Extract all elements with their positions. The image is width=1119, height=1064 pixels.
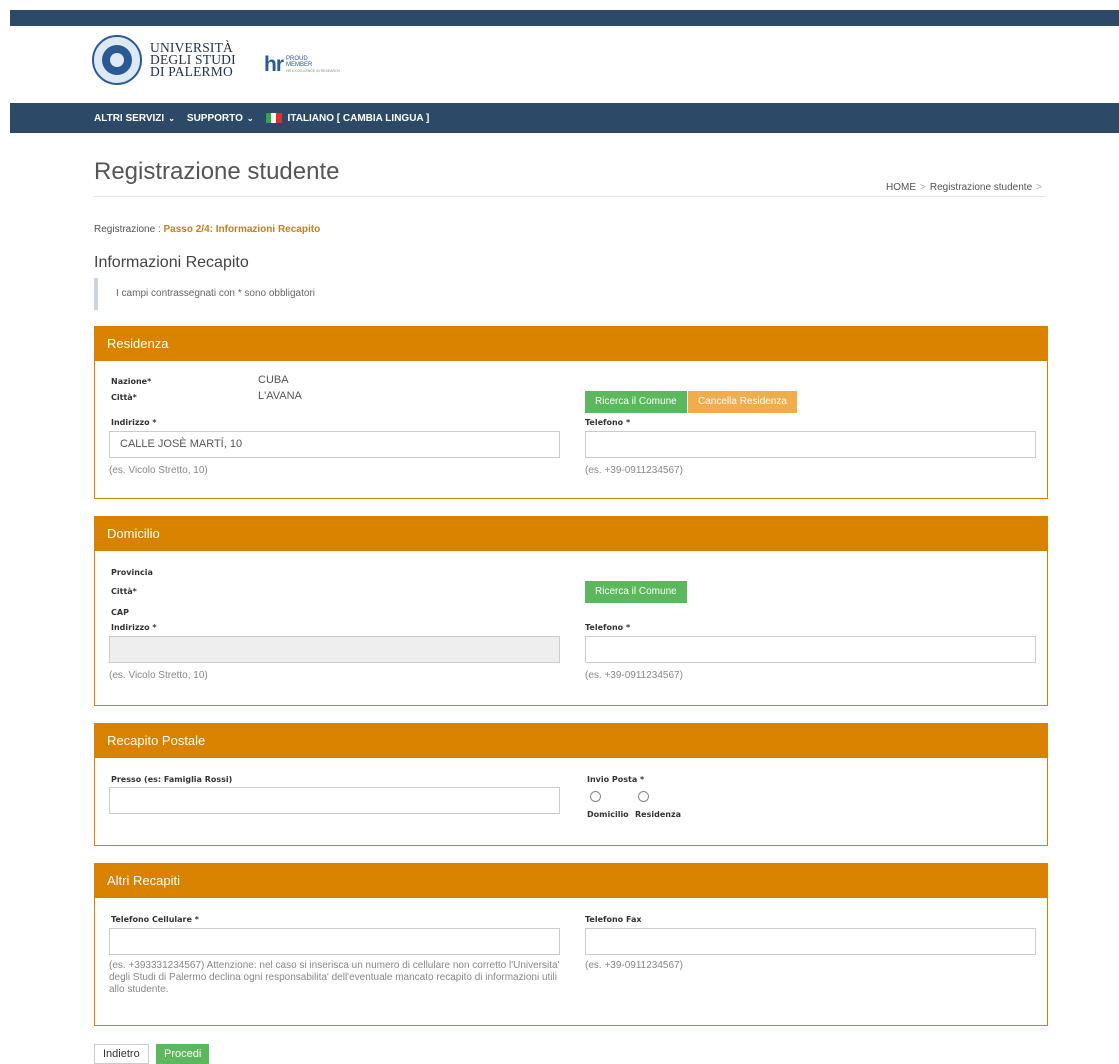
- indietro-button[interactable]: Indietro: [94, 1044, 149, 1064]
- university-name: UNIVERSITÀ DEGLI STUDI DI PALERMO: [150, 40, 236, 79]
- indirizzo-label: Indirizzo *: [111, 418, 157, 427]
- panel-title: Recapito Postale: [95, 724, 1047, 758]
- required-fields-note: I campi contrassegnati con * sono obblig…: [94, 278, 315, 310]
- top-bar: [10, 10, 1119, 26]
- indirizzo-input[interactable]: [109, 636, 560, 663]
- indirizzo-hint: (es. Vicolo Stretto, 10): [109, 465, 208, 476]
- citta-value: L'AVANA: [258, 390, 302, 402]
- citta-label: Città*: [111, 393, 137, 402]
- ricerca-comune-button[interactable]: Ricerca il Comune: [585, 391, 687, 413]
- panel-title: Domicilio: [95, 517, 1047, 551]
- radio-residenza[interactable]: [638, 791, 649, 802]
- cancella-residenza-button[interactable]: Cancella Residenza: [688, 391, 797, 413]
- indirizzo-label: Indirizzo *: [111, 623, 157, 632]
- step-indicator: Registrazione : Passo 2/4: Informazioni …: [94, 224, 321, 235]
- nazione-label: Nazione*: [111, 377, 152, 386]
- chevron-down-icon: ⌄: [246, 113, 254, 123]
- fax-hint: (es. +39-0911234567): [585, 960, 683, 971]
- page-title: Registrazione studente: [94, 158, 340, 185]
- university-seal-icon: [92, 35, 142, 85]
- telefono-label: Telefono *: [585, 623, 631, 632]
- telefono-label: Telefono *: [585, 418, 631, 427]
- nav-cambia-lingua[interactable]: ITALIANO [ CAMBIA LINGUA ]: [265, 113, 429, 124]
- cellulare-hint: (es. +393331234567) Attenzione: nel caso…: [109, 960, 560, 995]
- panel-domicilio: Domicilio Provincia Città* Ricerca il Co…: [94, 516, 1048, 706]
- breadcrumb-separator-icon: >: [1036, 182, 1042, 193]
- cellulare-label: Telefono Cellulare *: [111, 915, 199, 924]
- panel-title: Altri Recapiti: [95, 864, 1047, 898]
- option-domicilio-label: Domicilio: [587, 810, 629, 819]
- provincia-label: Provincia: [111, 568, 153, 577]
- presso-input[interactable]: [109, 787, 560, 814]
- option-residenza-label: Residenza: [635, 810, 681, 819]
- italian-flag-icon: [265, 113, 282, 123]
- ricerca-comune-button[interactable]: Ricerca il Comune: [585, 581, 687, 603]
- step-label: Passo 2/4: Informazioni Recapito: [163, 224, 321, 235]
- cap-label: CAP: [111, 608, 129, 617]
- breadcrumb: HOME > Registrazione studente >: [886, 182, 1046, 193]
- telefono-input[interactable]: [585, 636, 1036, 663]
- cellulare-input[interactable]: [109, 928, 560, 955]
- invio-posta-label: Invio Posta *: [587, 775, 645, 784]
- hr-excellence-logo: hr PROUD MEMBER HR EXCELLENCE IN RESEARC…: [264, 53, 340, 77]
- breadcrumb-separator-icon: >: [920, 182, 926, 193]
- nav-altri-servizi[interactable]: ALTRI SERVIZI ⌄: [94, 113, 175, 124]
- breadcrumb-home[interactable]: HOME: [886, 182, 916, 193]
- fax-label: Telefono Fax: [585, 915, 642, 924]
- chevron-down-icon: ⌄: [168, 113, 175, 123]
- fax-input[interactable]: [585, 928, 1036, 955]
- panel-recapito-postale: Recapito Postale Presso (es: Famiglia Ro…: [94, 723, 1048, 846]
- panel-residenza: Residenza Nazione* CUBA Città* L'AVANA R…: [94, 326, 1048, 499]
- citta-label: Città*: [111, 587, 137, 596]
- university-logo[interactable]: UNIVERSITÀ DEGLI STUDI DI PALERMO: [92, 34, 236, 86]
- nazione-value: CUBA: [258, 374, 289, 386]
- title-divider: [94, 196, 1046, 197]
- panel-altri-recapiti: Altri Recapiti Telefono Cellulare * (es.…: [94, 863, 1048, 1026]
- radio-domicilio[interactable]: [590, 791, 601, 802]
- main-navbar: ALTRI SERVIZI ⌄ SUPPORTO ⌄ ITALIANO [ CAMB…: [10, 103, 1119, 133]
- telefono-hint: (es. +39-0911234567): [585, 670, 683, 681]
- indirizzo-input[interactable]: CALLE JOSÈ MARTÍ, 10: [109, 431, 560, 458]
- section-title: Informazioni Recapito: [94, 254, 249, 271]
- hr-text: PROUD MEMBER HR EXCELLENCE IN RESEARCH: [286, 56, 341, 73]
- telefono-input[interactable]: [585, 431, 1036, 458]
- hr-mark: hr: [264, 53, 284, 76]
- procedi-button[interactable]: Procedi: [156, 1044, 210, 1064]
- nav-supporto[interactable]: SUPPORTO ⌄: [187, 113, 254, 124]
- presso-label: Presso (es: Famiglia Rossi): [111, 775, 233, 784]
- telefono-hint: (es. +39-0911234567): [585, 465, 683, 476]
- indirizzo-hint: (es. Vicolo Stretto, 10): [109, 670, 208, 681]
- breadcrumb-current[interactable]: Registrazione studente: [930, 182, 1032, 193]
- panel-title: Residenza: [95, 327, 1047, 361]
